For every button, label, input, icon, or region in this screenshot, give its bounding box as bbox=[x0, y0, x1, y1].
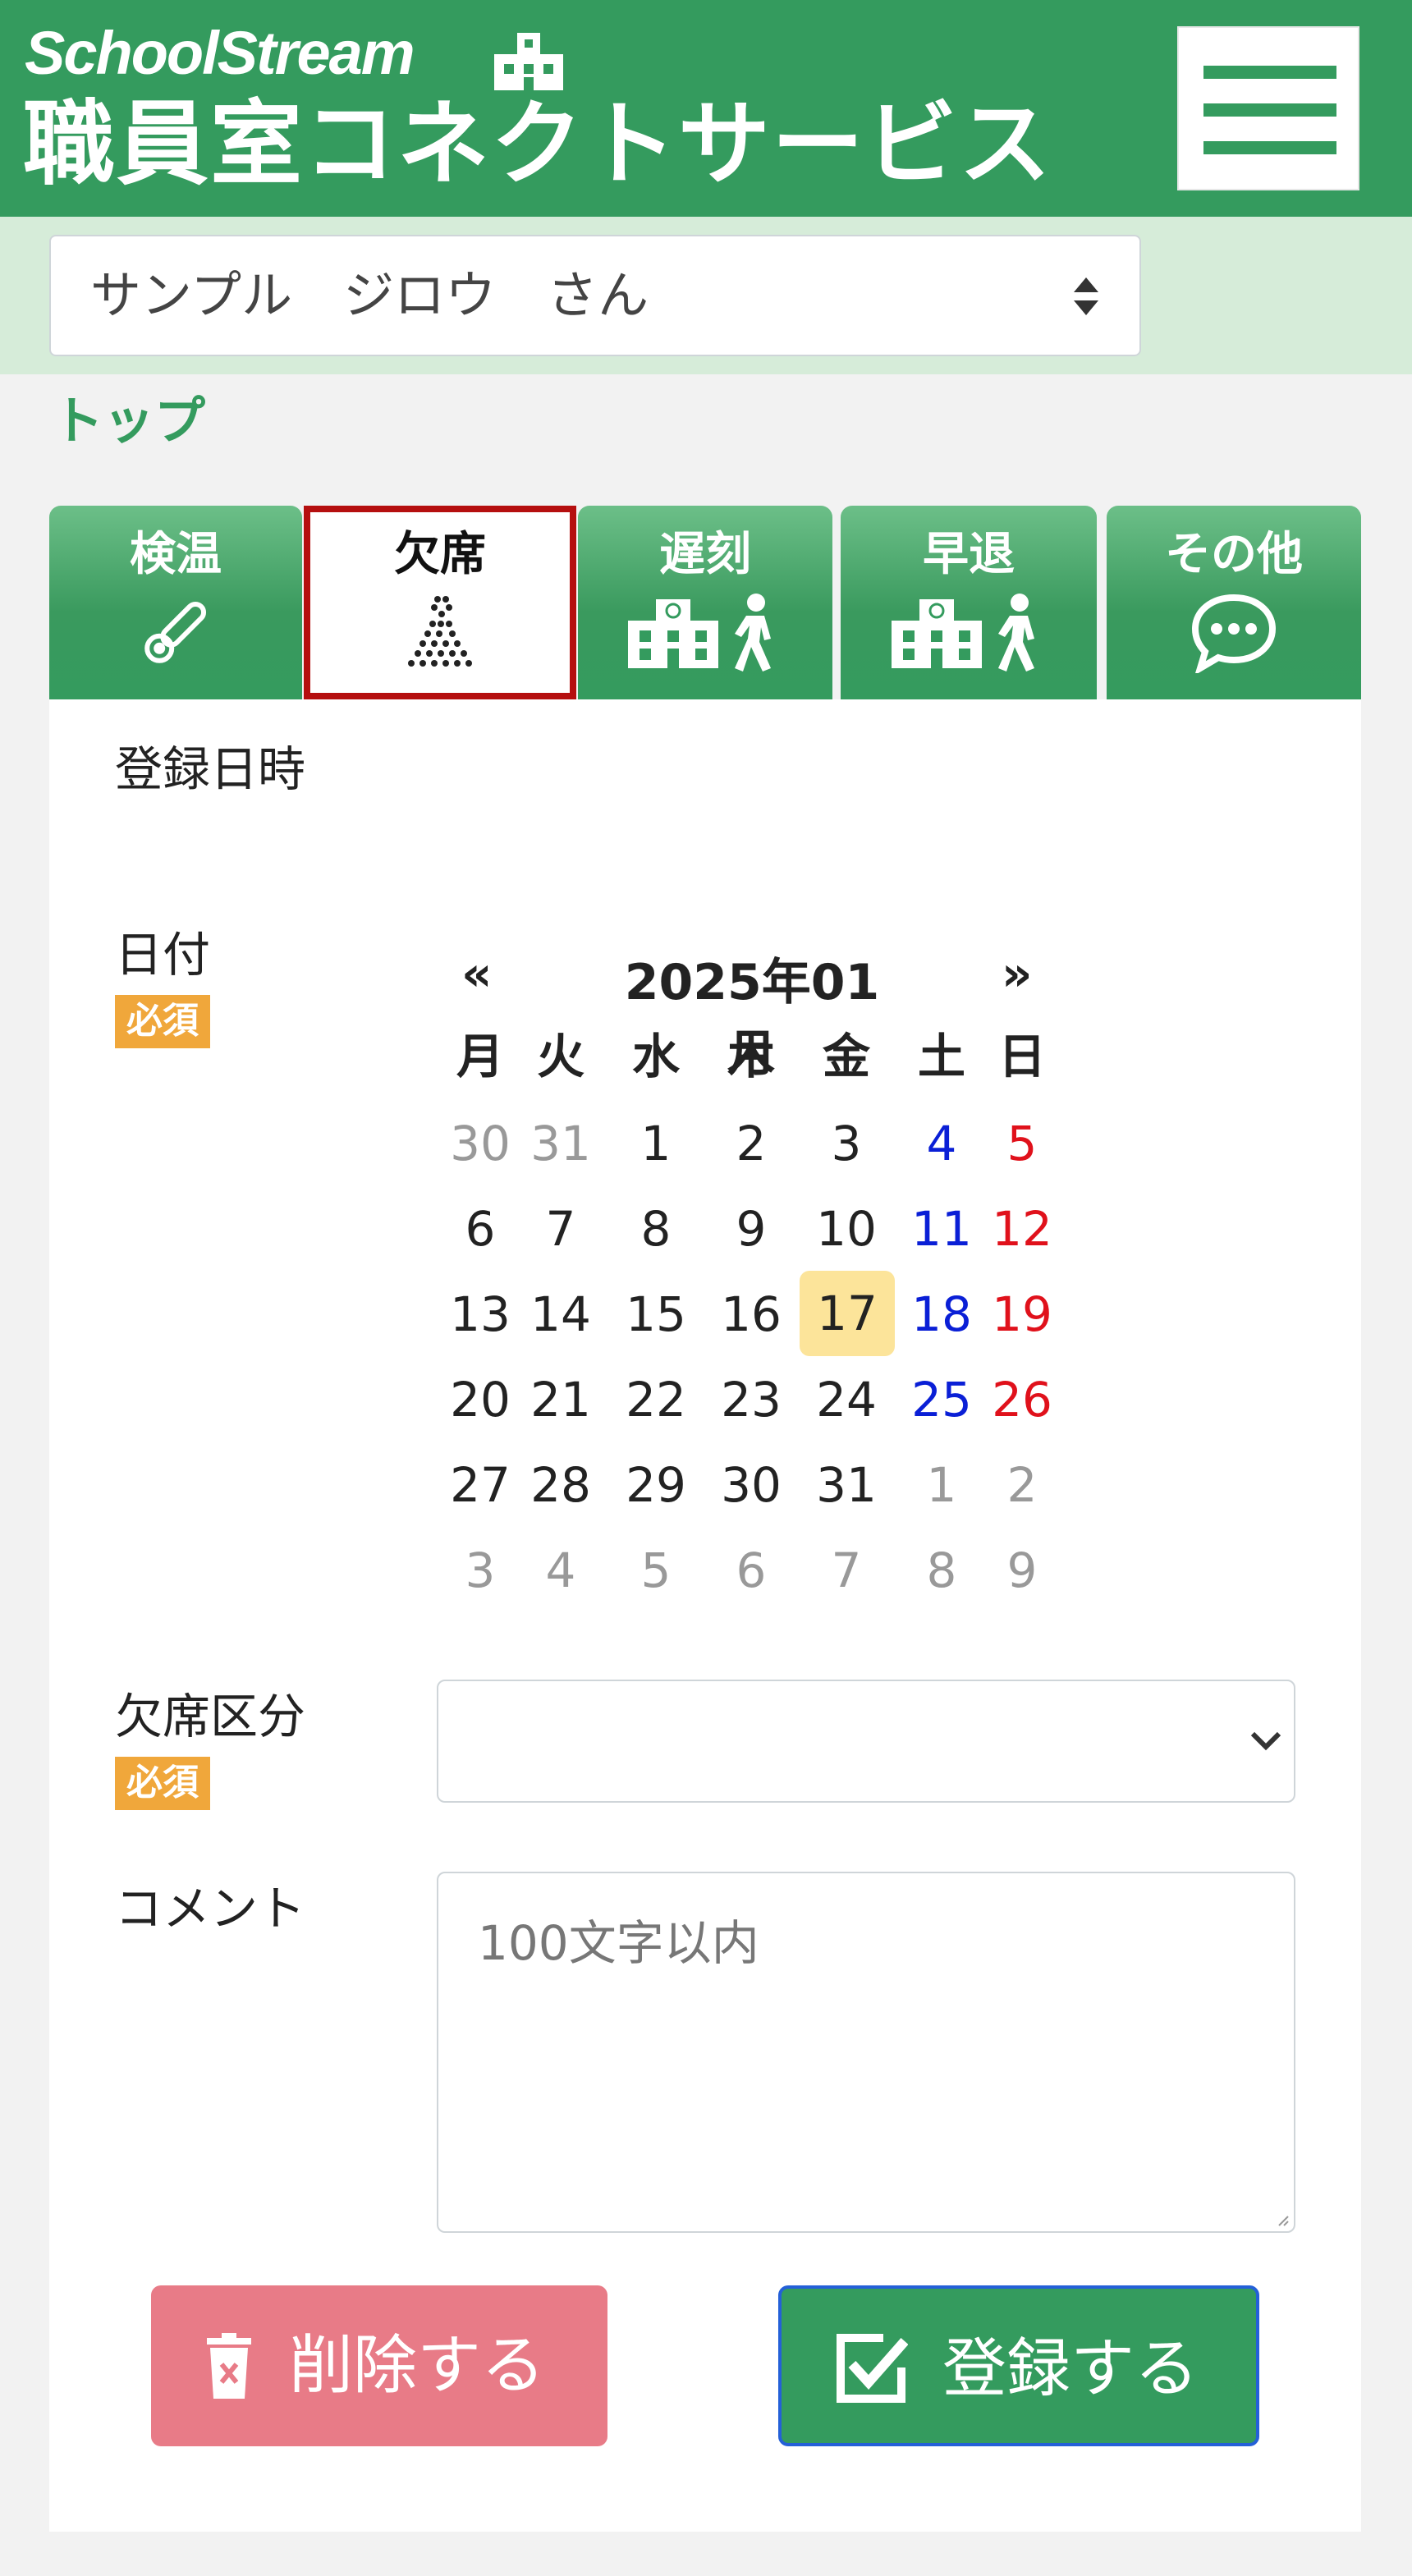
calendar-day[interactable]: 3 bbox=[809, 1120, 883, 1167]
calendar-day[interactable]: 6 bbox=[714, 1547, 788, 1594]
dotted-person-icon bbox=[408, 596, 472, 667]
calendar-day[interactable]: 28 bbox=[524, 1461, 598, 1509]
calendar-day[interactable]: 26 bbox=[985, 1376, 1059, 1423]
hamburger-menu-icon bbox=[1203, 141, 1336, 154]
speech-bubble-icon bbox=[1191, 594, 1277, 673]
hamburger-menu-icon bbox=[1203, 66, 1336, 79]
checkbox-check-icon bbox=[837, 2334, 908, 2403]
calendar-day[interactable]: 5 bbox=[619, 1547, 693, 1594]
calendar-weekday-header: 火 bbox=[536, 1029, 585, 1084]
calendar-day[interactable]: 15 bbox=[619, 1290, 693, 1338]
calendar-day[interactable]: 16 bbox=[714, 1290, 788, 1338]
tab-temperature[interactable]: 検温 bbox=[49, 506, 302, 699]
calendar-day[interactable]: 27 bbox=[443, 1461, 517, 1509]
tab-other[interactable]: その他 bbox=[1107, 506, 1361, 699]
calendar-day[interactable]: 3 bbox=[443, 1547, 517, 1594]
calendar-day[interactable]: 2 bbox=[714, 1120, 788, 1167]
date-label: 日付 bbox=[115, 927, 211, 983]
brand-logo-text: SchoolStream bbox=[25, 19, 415, 87]
hamburger-menu-icon bbox=[1203, 103, 1336, 117]
calendar-day[interactable]: 6 bbox=[443, 1205, 517, 1253]
calendar-weekday-header: 水 bbox=[631, 1029, 680, 1084]
calendar-day[interactable]: 1 bbox=[905, 1461, 979, 1509]
tab-late[interactable]: 遅刻 bbox=[578, 506, 832, 699]
resize-grip-icon[interactable] bbox=[1277, 2215, 1289, 2226]
calendar-next-button[interactable]: » bbox=[1002, 946, 1032, 1002]
calendar-weekday-header: 木 bbox=[727, 1029, 775, 1084]
calendar-day[interactable]: 13 bbox=[443, 1290, 517, 1338]
calendar-day[interactable]: 12 bbox=[985, 1205, 1059, 1253]
calendar-day[interactable]: 31 bbox=[524, 1120, 598, 1167]
school-walking-icon bbox=[628, 594, 771, 672]
calendar-day[interactable]: 24 bbox=[809, 1376, 883, 1423]
calendar-day[interactable]: 9 bbox=[985, 1547, 1059, 1594]
calendar-day[interactable]: 7 bbox=[809, 1547, 883, 1594]
submit-button-label: 登録する bbox=[942, 2332, 1199, 2406]
hamburger-menu-button[interactable] bbox=[1177, 26, 1359, 190]
submit-button[interactable]: 登録する bbox=[778, 2285, 1259, 2446]
calendar-day[interactable]: 22 bbox=[619, 1376, 693, 1423]
calendar-day[interactable]: 29 bbox=[619, 1461, 693, 1509]
calendar-day[interactable]: 14 bbox=[524, 1290, 598, 1338]
absence-type-select[interactable] bbox=[437, 1680, 1295, 1803]
calendar-weekday-header: 月 bbox=[456, 1029, 504, 1084]
calendar-weekday-header: 土 bbox=[917, 1029, 965, 1084]
absence-type-label: 欠席区分 bbox=[115, 1689, 306, 1744]
service-title: 職員室コネクトサービス bbox=[23, 91, 1052, 198]
delete-button-label: 削除する bbox=[289, 2329, 546, 2403]
calendar-day[interactable]: 9 bbox=[714, 1205, 788, 1253]
trash-icon bbox=[207, 2333, 251, 2399]
calendar-day[interactable]: 17 bbox=[800, 1271, 895, 1356]
calendar-day[interactable]: 2 bbox=[985, 1461, 1059, 1509]
chevron-down-icon bbox=[1250, 1731, 1281, 1751]
app-header: SchoolStream 職員室コネクトサービス bbox=[0, 0, 1412, 217]
calendar-day[interactable]: 4 bbox=[905, 1120, 979, 1167]
tab-absence[interactable]: 欠席 bbox=[304, 506, 576, 699]
calendar-day[interactable]: 23 bbox=[714, 1376, 788, 1423]
student-select[interactable]: サンプル ジロウ さん bbox=[49, 235, 1141, 356]
calendar-day[interactable]: 19 bbox=[985, 1290, 1059, 1338]
tab-early-leave[interactable]: 早退 bbox=[841, 506, 1097, 699]
calendar-weekday-header: 日 bbox=[997, 1029, 1046, 1084]
calendar-day[interactable]: 30 bbox=[714, 1461, 788, 1509]
calendar-day[interactable]: 21 bbox=[524, 1376, 598, 1423]
select-updown-icon bbox=[1074, 277, 1098, 315]
breadcrumb-top[interactable]: トップ bbox=[53, 379, 205, 453]
calendar-prev-button[interactable]: « bbox=[461, 946, 492, 1002]
calendar-day[interactable]: 18 bbox=[905, 1290, 979, 1338]
calendar-day[interactable]: 25 bbox=[905, 1376, 979, 1423]
required-badge: 必須 bbox=[115, 1757, 210, 1810]
school-walking-icon bbox=[892, 594, 1034, 672]
calendar-day[interactable]: 4 bbox=[524, 1547, 598, 1594]
comment-label: コメント bbox=[115, 1881, 306, 1937]
calendar-day[interactable]: 7 bbox=[524, 1205, 598, 1253]
comment-textarea[interactable]: 100文字以内 bbox=[437, 1872, 1295, 2233]
calendar-day[interactable]: 10 bbox=[809, 1205, 883, 1253]
registered-datetime-label: 登録日時 bbox=[115, 741, 306, 797]
calendar-day[interactable]: 1 bbox=[619, 1120, 693, 1167]
required-badge: 必須 bbox=[115, 995, 210, 1048]
thermometer-icon bbox=[144, 601, 207, 663]
calendar-day[interactable]: 8 bbox=[905, 1547, 979, 1594]
school-building-icon bbox=[494, 33, 563, 90]
calendar-day[interactable]: 30 bbox=[443, 1120, 517, 1167]
calendar-day[interactable]: 31 bbox=[809, 1461, 883, 1509]
calendar-day[interactable]: 20 bbox=[443, 1376, 517, 1423]
delete-button[interactable]: 削除する bbox=[151, 2285, 607, 2446]
calendar-day[interactable]: 8 bbox=[619, 1205, 693, 1253]
calendar-day[interactable]: 5 bbox=[985, 1120, 1059, 1167]
calendar-day[interactable]: 11 bbox=[905, 1205, 979, 1253]
calendar-weekday-header: 金 bbox=[822, 1029, 870, 1084]
